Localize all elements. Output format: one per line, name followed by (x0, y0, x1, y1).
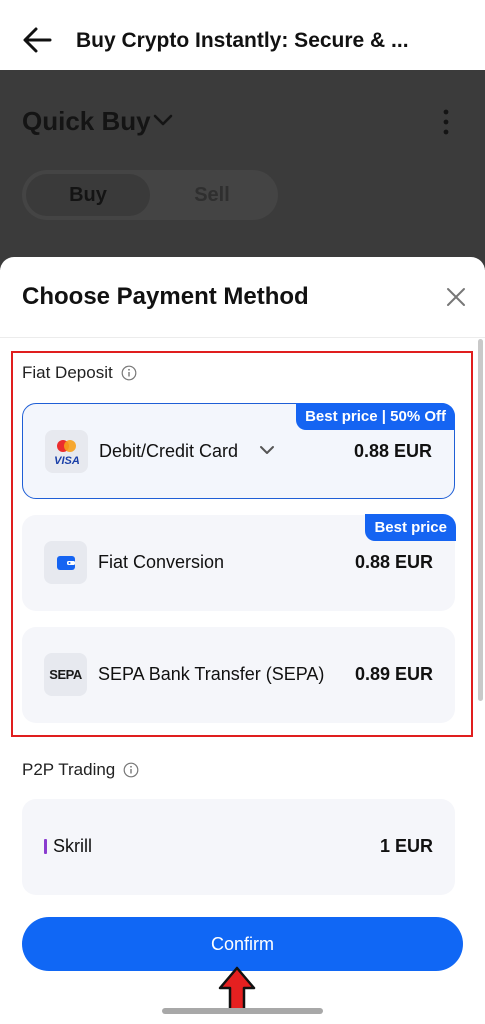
sepa-logo-text: SEPA (49, 667, 82, 682)
close-icon[interactable] (444, 285, 468, 309)
payment-method-debit-credit-card[interactable]: Best price | 50% Off VISA Debit/Credit C… (22, 403, 455, 499)
payment-method-fiat-conversion[interactable]: Best price Fiat Conversion 0.88 EUR (22, 514, 456, 611)
home-indicator[interactable] (162, 1008, 323, 1014)
payment-method-sheet: Choose Payment Method Fiat Deposit Best … (0, 257, 485, 1024)
payment-method-skrill[interactable]: Skrill 1 EUR (22, 799, 455, 895)
method-price: 0.89 EUR (354, 664, 433, 684)
sheet-title: Choose Payment Method (22, 283, 309, 310)
svg-text:VISA: VISA (54, 455, 80, 467)
skrill-marker (44, 839, 47, 854)
buy-sell-toggle: Buy Sell (22, 170, 278, 220)
p2p-trading-text: P2P Trading (22, 760, 116, 779)
divider (0, 337, 485, 338)
payment-method-sepa[interactable]: SEPA SEPA Bank Transfer (SEPA) 0.89 EUR (22, 627, 455, 723)
tab-sell: Sell (194, 183, 230, 206)
chevron-down-icon (153, 114, 173, 126)
sepa-logo-icon: SEPA (44, 653, 87, 696)
best-price-badge: Best price (365, 514, 456, 541)
info-icon[interactable] (121, 365, 137, 381)
tab-buy: Buy (26, 174, 150, 216)
scrollbar[interactable] (478, 339, 483, 701)
arrow-up-icon (218, 966, 256, 1014)
method-label: Debit/Credit Card (99, 441, 239, 461)
method-price: 0.88 EUR (354, 552, 433, 572)
mastercard-visa-icon: VISA (45, 430, 88, 473)
method-label: Fiat Conversion (98, 552, 225, 572)
method-label: Skrill (53, 836, 92, 856)
fiat-deposit-text: Fiat Deposit (22, 363, 113, 382)
app-bar: Buy Crypto Instantly: Secure & ... (0, 0, 485, 70)
fiat-deposit-label: Fiat Deposit (22, 363, 137, 383)
method-price: 0.88 EUR (353, 441, 432, 461)
wallet-icon (44, 541, 87, 584)
quick-buy-title: Quick Buy (22, 106, 151, 136)
background-overlay[interactable]: Quick Buy Buy Sell (0, 70, 485, 270)
info-icon[interactable] (123, 762, 139, 778)
more-vertical-icon (443, 109, 449, 135)
p2p-trading-label: P2P Trading (22, 760, 139, 780)
method-label: SEPA Bank Transfer (SEPA) (98, 664, 325, 684)
chevron-down-icon[interactable] (259, 444, 275, 456)
page-title: Buy Crypto Instantly: Secure & ... (76, 29, 409, 52)
back-arrow-icon[interactable] (22, 26, 52, 54)
method-price: 1 EUR (379, 836, 433, 856)
best-price-discount-badge: Best price | 50% Off (296, 403, 455, 430)
confirm-button[interactable]: Confirm (22, 917, 463, 971)
